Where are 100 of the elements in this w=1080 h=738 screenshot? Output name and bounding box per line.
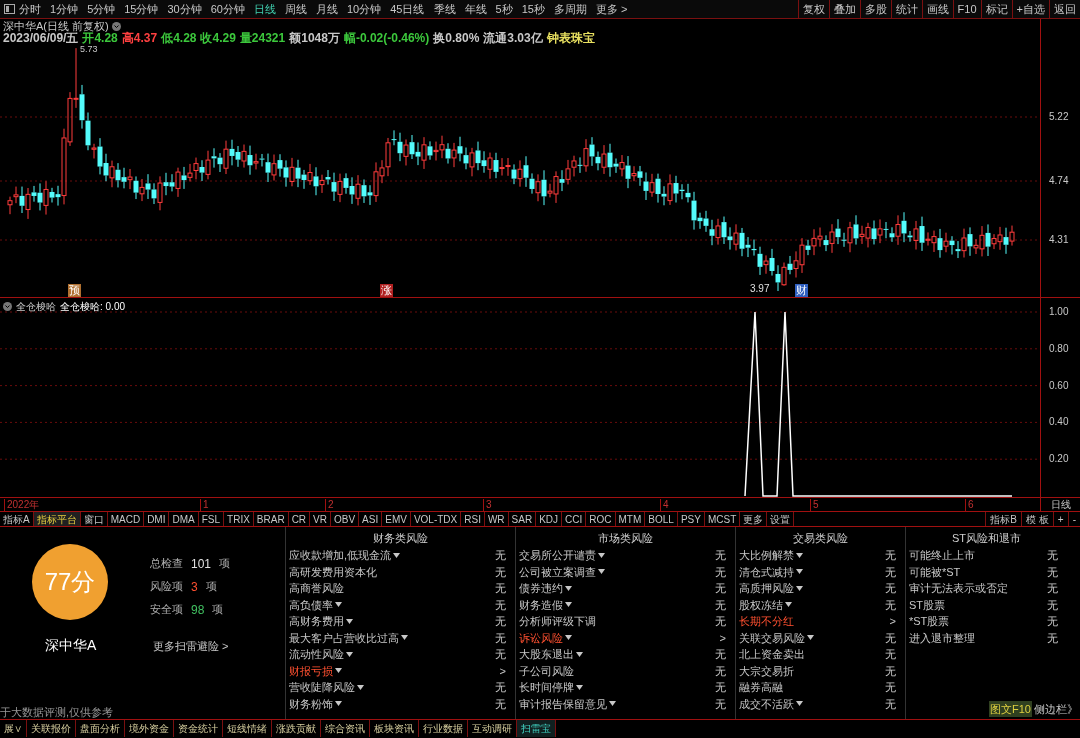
indicator-tab[interactable]: ASI <box>359 512 383 526</box>
period-tab[interactable]: 多周期 <box>553 0 587 18</box>
event-marker[interactable]: 财 <box>795 284 808 297</box>
indicator-tab[interactable]: MACD <box>107 512 145 526</box>
event-marker[interactable]: 预 <box>68 284 81 297</box>
dropdown-triangle-icon[interactable] <box>335 602 342 608</box>
risk-item[interactable]: ST股票 <box>909 596 946 613</box>
risk-item[interactable]: 应收款增加,低现金流 <box>289 547 392 564</box>
risk-item[interactable]: 长时间停牌 <box>519 679 574 696</box>
dropdown-triangle-icon[interactable] <box>335 701 342 707</box>
risk-item[interactable]: 财务粉饰 <box>289 695 333 712</box>
risk-item[interactable]: 债券违约 <box>519 580 563 597</box>
dropdown-triangle-icon[interactable] <box>401 635 408 641</box>
risk-item[interactable]: 高商誉风险 <box>289 580 344 597</box>
period-tab[interactable]: 60分钟 <box>210 0 245 18</box>
indicator-tab[interactable]: VR <box>310 512 331 526</box>
chevron-circle-icon[interactable] <box>111 21 121 31</box>
dropdown-triangle-icon[interactable] <box>796 585 803 591</box>
risk-item[interactable]: 进入退市整理 <box>909 629 975 646</box>
dropdown-triangle-icon[interactable] <box>609 701 616 707</box>
period-tab[interactable]: 10分钟 <box>347 0 382 18</box>
indicator-tab[interactable]: 设置 <box>767 512 795 526</box>
indicator-tab[interactable]: PSY <box>677 512 705 526</box>
indicator-tab[interactable]: VOL-TDX <box>410 512 462 526</box>
period-tab[interactable]: 1分钟 <box>50 0 79 18</box>
toolbar-button[interactable]: +自选 <box>1011 0 1049 18</box>
risk-item[interactable]: 最大客户占营收比过高 <box>289 629 399 646</box>
dropdown-triangle-icon[interactable] <box>796 552 803 558</box>
dropdown-triangle-icon[interactable] <box>576 684 583 690</box>
indicator-tab[interactable]: DMI <box>144 512 170 526</box>
toolbar-button[interactable]: F10 <box>952 0 981 18</box>
chevron-circle-icon[interactable] <box>3 302 12 311</box>
risk-item[interactable]: 股权冻结 <box>739 596 783 613</box>
risk-item[interactable]: 清仓式减持 <box>739 563 794 580</box>
risk-item[interactable]: 大比例解禁 <box>739 547 794 564</box>
dropdown-triangle-icon[interactable] <box>807 635 814 641</box>
bottom-tab[interactable]: 资金统计 <box>174 720 223 737</box>
risk-item[interactable]: 高财务费用 <box>289 613 344 630</box>
indicator-button[interactable]: 模 板 <box>1021 512 1053 526</box>
toolbar-button[interactable]: 标记 <box>980 0 1012 18</box>
indicator-tab[interactable]: OBV <box>331 512 360 526</box>
period-tab[interactable]: 5分钟 <box>87 0 116 18</box>
risk-item[interactable]: 流动性风险 <box>289 646 344 663</box>
toolbar-button[interactable]: 返回 <box>1049 0 1080 18</box>
risk-item[interactable]: 大宗交易折 <box>739 662 794 679</box>
indicator-tab[interactable]: DMA <box>169 512 199 526</box>
bottom-tab[interactable]: 短线情绪 <box>223 720 272 737</box>
indicator-button[interactable]: - <box>1067 512 1080 526</box>
indicator-tab[interactable]: WR <box>484 512 509 526</box>
indicator-tab[interactable]: 更多 <box>740 512 768 526</box>
risk-item[interactable]: 可能被*ST <box>909 563 961 580</box>
dropdown-triangle-icon[interactable] <box>393 552 401 558</box>
risk-item[interactable]: 高负债率 <box>289 596 333 613</box>
indicator-tab[interactable]: MTM <box>615 512 646 526</box>
dropdown-triangle-icon[interactable] <box>598 552 605 558</box>
indicator-tab[interactable]: KDJ <box>536 512 563 526</box>
bottom-tab[interactable]: 展∨ <box>0 720 27 737</box>
indicator-tab[interactable]: CCI <box>562 512 587 526</box>
bottom-tab[interactable]: 境外资金 <box>125 720 174 737</box>
bottom-tab[interactable]: 关联报价 <box>27 720 76 737</box>
risk-item[interactable]: 关联交易风险 <box>739 629 805 646</box>
risk-item[interactable]: 融券高融 <box>739 679 783 696</box>
dropdown-triangle-icon[interactable] <box>576 651 583 657</box>
dropdown-triangle-icon[interactable] <box>346 618 353 624</box>
indicator-tab[interactable]: MCST <box>704 512 741 526</box>
dropdown-triangle-icon[interactable] <box>796 569 803 575</box>
indicator-tab[interactable]: TRIX <box>224 512 254 526</box>
indicator-tab[interactable]: ROC <box>586 512 616 526</box>
indicator-tab[interactable]: CR <box>288 512 311 526</box>
panel-toggle-icon[interactable] <box>4 4 15 14</box>
risk-item[interactable]: 财务造假 <box>519 596 563 613</box>
period-tab[interactable]: 分时 <box>19 0 41 18</box>
risk-item[interactable]: 财报亏损 <box>289 662 333 679</box>
indicator-tab[interactable]: FSL <box>198 512 225 526</box>
toolbar-button[interactable]: 统计 <box>890 0 922 18</box>
indicator-tab[interactable]: 指标平台 <box>33 512 81 526</box>
risk-item[interactable]: 子公司风险 <box>519 662 574 679</box>
indicator-button[interactable]: 指标B <box>985 512 1022 526</box>
bottom-tab[interactable]: 板块资讯 <box>370 720 419 737</box>
period-tab[interactable]: 月线 <box>316 0 338 18</box>
dropdown-triangle-icon[interactable] <box>335 668 342 674</box>
toolbar-button[interactable]: 多股 <box>859 0 891 18</box>
bottom-tab[interactable]: 扫雷宝 <box>517 720 556 737</box>
indicator-tab[interactable]: SAR <box>508 512 537 526</box>
risk-item[interactable]: 长期不分红 <box>739 613 794 630</box>
dropdown-triangle-icon[interactable] <box>565 635 572 641</box>
period-tab[interactable]: 更多 > <box>595 0 628 18</box>
indicator-tab[interactable]: BRAR <box>253 512 289 526</box>
indicator-tab[interactable]: EMV <box>382 512 411 526</box>
period-tab[interactable]: 15秒 <box>521 0 545 18</box>
period-tab[interactable]: 季线 <box>433 0 456 18</box>
bottom-tab[interactable]: 涨跌贡献 <box>272 720 321 737</box>
indicator-tab[interactable]: RSI <box>461 512 485 526</box>
risk-item[interactable]: 可能终止上市 <box>909 547 975 564</box>
risk-item[interactable]: 公司被立案调查 <box>519 563 596 580</box>
indicator-tab[interactable]: BOLL <box>645 512 678 526</box>
dropdown-triangle-icon[interactable] <box>346 651 353 657</box>
dropdown-triangle-icon[interactable] <box>598 569 605 575</box>
period-tab[interactable]: 45日线 <box>390 0 425 18</box>
risk-item[interactable]: 分析师评级下调 <box>519 613 596 630</box>
